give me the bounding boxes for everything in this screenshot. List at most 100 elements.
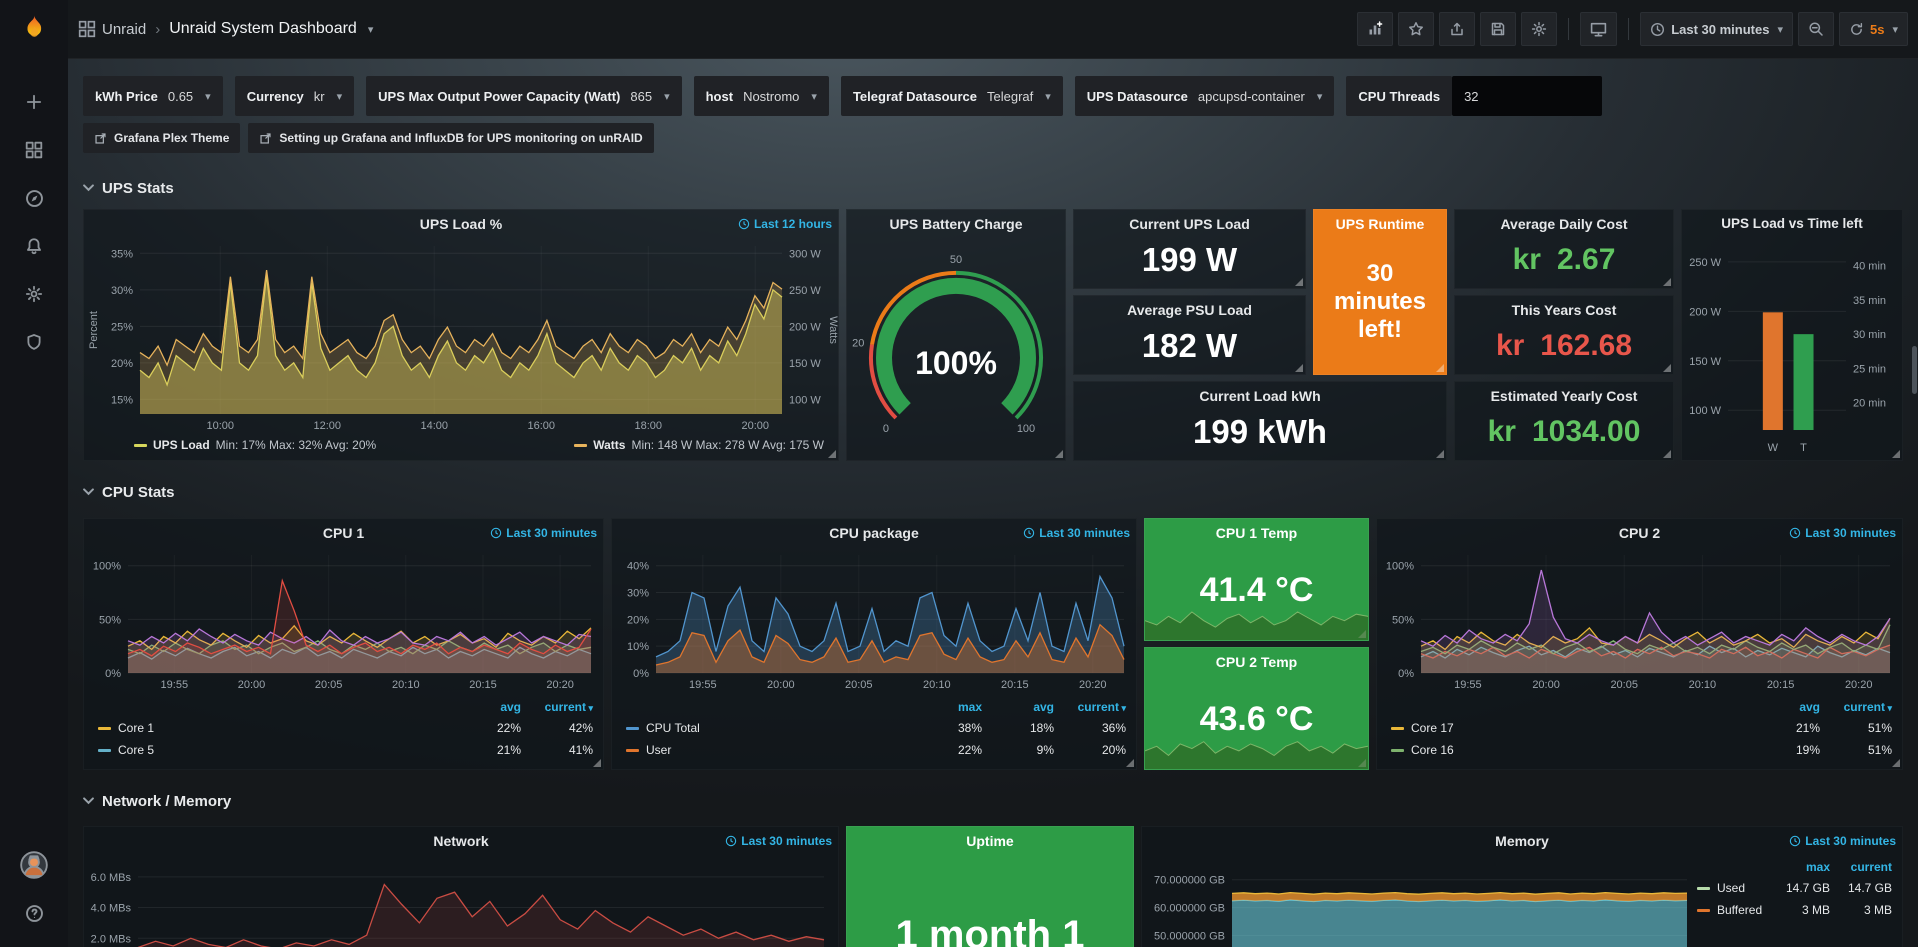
panel-time-badge[interactable]: Last 30 minutes [1789,834,1896,848]
legend-item-ups-load[interactable]: UPS LoadMin: 17% Max: 32% Avg: 20% [134,438,376,452]
stat-value: kr162.68 [1455,324,1673,374]
variable-cpu-threads: CPU Threads [1346,76,1602,116]
time-range-label: Last 30 minutes [1671,22,1769,37]
explore-compass-icon[interactable] [0,174,68,222]
svg-text:20:15: 20:15 [1767,679,1795,691]
cpu1-chart[interactable]: 0%50%100%19:5520:0020:0520:1020:1520:20 [84,547,603,693]
refresh-button[interactable]: 5s ▾ [1839,12,1908,46]
ups-load-time-bar-chart[interactable]: 100 W150 W200 W250 W20 min25 min30 min35… [1682,238,1902,460]
svg-text:15%: 15% [111,394,133,406]
panel-ups-load-vs-time-left: UPS Load vs Time left 100 W150 W200 W250… [1681,209,1903,461]
svg-text:20:05: 20:05 [845,679,873,691]
breadcrumb-folder[interactable]: Unraid [102,21,146,38]
svg-text:100%: 100% [93,561,121,573]
variable-currency[interactable]: Currencykr▾ [235,76,354,116]
panel-title[interactable]: This Years Cost [1455,302,1673,318]
link-ups-monitoring-guide[interactable]: Setting up Grafana and InfluxDB for UPS … [248,123,653,153]
chevron-down-icon: ▾ [811,90,817,103]
svg-text:0: 0 [883,423,889,435]
alerting-bell-icon[interactable] [0,222,68,270]
panel-average-daily-cost: Average Daily Cost kr2.67 [1454,209,1674,289]
panel-time-badge[interactable]: Last 30 minutes [490,526,597,540]
panel-title[interactable]: UPS Battery Charge [847,216,1065,232]
svg-text:0%: 0% [633,668,649,680]
time-range-picker[interactable]: Last 30 minutes ▾ [1640,12,1793,46]
ups-stats-row: UPS Load % Last 12 hours 15%20%25%30%35%… [83,209,1903,461]
panel-title[interactable]: UPS Runtime [1314,216,1446,232]
chevron-down-icon[interactable]: ▾ [368,23,374,36]
panel-title[interactable]: Current Load kWh [1074,388,1446,404]
ups-load-chart[interactable]: 15%20%25%30%35%100 W150 W200 W250 W300 W… [84,238,838,434]
panel-title[interactable]: Memory [1142,833,1902,849]
variable-telegraf-datasource[interactable]: Telegraf DatasourceTelegraf▾ [841,76,1063,116]
panel-ups-battery-charge: UPS Battery Charge 02050100100% [846,209,1066,461]
cycle-view-button[interactable] [1580,12,1617,46]
svg-text:20:00: 20:00 [238,679,266,691]
zoom-out-button[interactable] [1798,12,1834,46]
link-grafana-plex-theme[interactable]: Grafana Plex Theme [83,123,240,153]
user-avatar[interactable] [0,841,68,889]
server-admin-shield-icon[interactable] [0,318,68,366]
template-variables: kWh Price0.65▾ Currencykr▾ UPS Max Outpu… [83,76,1903,116]
add-icon[interactable] [0,78,68,126]
cpu-package-chart[interactable]: 0%10%20%30%40%19:5520:0020:0520:1020:152… [612,547,1136,693]
svg-text:250 W: 250 W [1689,257,1721,269]
scrollbar-thumb[interactable] [1912,346,1917,394]
svg-text:20:20: 20:20 [1845,679,1873,691]
section-network-memory[interactable]: Network / Memory [83,788,1903,814]
grafana-dashboard: Unraid › Unraid System Dashboard ▾ Last … [0,0,1918,947]
configuration-gear-icon[interactable] [0,270,68,318]
share-button[interactable] [1439,12,1475,46]
panel-title[interactable]: Average Daily Cost [1455,216,1673,232]
dashboard-settings-button[interactable] [1521,12,1557,46]
panel-current-load-kwh: Current Load kWh 199 kWh [1073,381,1447,461]
cpu-threads-input[interactable] [1452,76,1602,116]
add-panel-button[interactable] [1357,12,1393,46]
variable-kwh-price[interactable]: kWh Price0.65▾ [83,76,223,116]
panel-time-badge[interactable]: Last 12 hours [738,217,832,231]
divider [1628,18,1629,40]
panel-time-badge[interactable]: Last 30 minutes [1023,526,1130,540]
grafana-logo-icon[interactable] [18,13,50,50]
stat-value: kr1034.00 [1455,410,1673,460]
svg-text:20:00: 20:00 [767,679,795,691]
panel-title[interactable]: CPU 2 Temp [1145,654,1368,670]
stat-value: 30 minutes left! [1314,238,1446,374]
memory-chart[interactable]: 50.000000 GB60.000000 GB70.000000 GB [1142,855,1697,947]
panel-title[interactable]: UPS Load % [84,216,838,232]
stat-value: 199 kWh [1074,410,1446,460]
variable-ups-max-output[interactable]: UPS Max Output Power Capacity (Watt)865▾ [366,76,681,116]
panel-title[interactable]: Average PSU Load [1074,302,1305,318]
help-icon[interactable] [0,889,68,937]
variable-host[interactable]: hostNostromo▾ [694,76,829,116]
save-button[interactable] [1480,12,1516,46]
svg-text:6.0 MBs: 6.0 MBs [91,872,132,884]
battery-gauge[interactable]: 02050100100% [847,238,1065,460]
panel-time-badge[interactable]: Last 30 minutes [725,834,832,848]
cpu2-chart[interactable]: 0%50%100%19:5520:0020:0520:1020:1520:20 [1377,547,1902,693]
panel-title[interactable]: CPU 1 Temp [1145,525,1368,541]
legend-row: User22%9%20% [626,739,1126,761]
section-ups-stats[interactable]: UPS Stats [83,175,1903,201]
stat-value: 199 W [1074,238,1305,288]
section-cpu-stats[interactable]: CPU Stats [83,479,1903,505]
chevron-down-icon: ▾ [1892,23,1898,36]
star-button[interactable] [1398,12,1434,46]
panel-ups-runtime: UPS Runtime 30 minutes left! [1313,209,1447,375]
svg-text:35 min: 35 min [1853,295,1886,307]
legend-item-watts[interactable]: WattsMin: 148 W Max: 278 W Avg: 175 W [574,438,824,452]
apps-grid-icon[interactable] [78,20,96,38]
variable-ups-datasource[interactable]: UPS Datasourceapcupsd-container▾ [1075,76,1335,116]
panel-title[interactable]: Estimated Yearly Cost [1455,388,1673,404]
dashboard-title[interactable]: Unraid System Dashboard [169,20,357,38]
network-chart[interactable]: 2.0 MBs4.0 MBs6.0 MBs [84,855,838,947]
svg-text:16:00: 16:00 [527,420,555,432]
svg-text:20:05: 20:05 [315,679,343,691]
panel-title[interactable]: UPS Load vs Time left [1682,216,1902,231]
panel-time-badge[interactable]: Last 30 minutes [1789,526,1896,540]
panel-title[interactable]: Uptime [847,833,1133,849]
panel-cpu1-temp: CPU 1 Temp 41.4 °C [1144,518,1369,641]
panel-title[interactable]: Current UPS Load [1074,216,1305,232]
svg-text:30%: 30% [111,285,133,297]
dashboards-icon[interactable] [0,126,68,174]
